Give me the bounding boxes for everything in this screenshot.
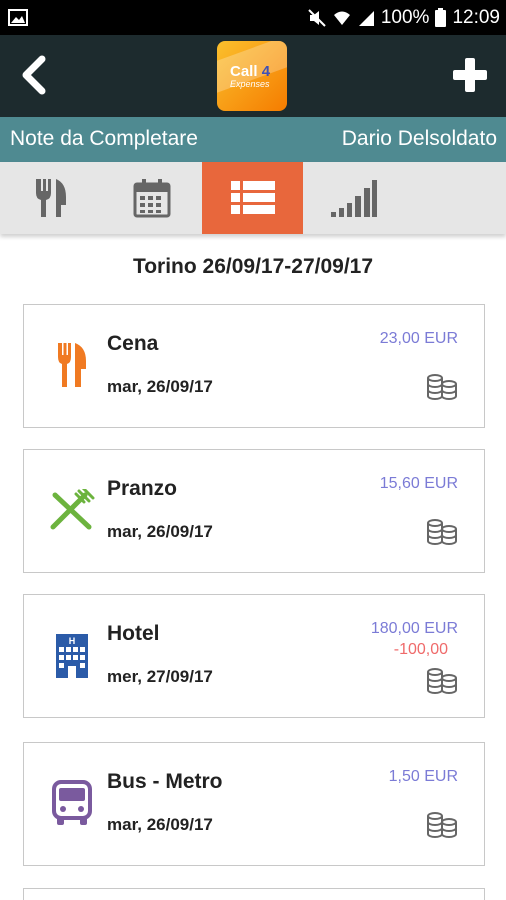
expense-card[interactable]: H Hotel mer, 27/09/17 180,00 EUR -100,00 bbox=[23, 594, 485, 718]
expense-amount: 15,60 EUR bbox=[379, 475, 458, 492]
tab-list[interactable] bbox=[202, 162, 303, 234]
back-arrow-icon bbox=[22, 55, 46, 95]
expense-card-partial[interactable] bbox=[23, 888, 485, 900]
mute-icon bbox=[307, 8, 327, 28]
expense-deduction: -100,00 bbox=[393, 641, 448, 658]
expense-name: Pranzo bbox=[107, 477, 178, 500]
wifi-icon bbox=[333, 9, 351, 27]
signal-bars-icon bbox=[330, 180, 377, 217]
expense-date: mar, 26/09/17 bbox=[107, 815, 213, 834]
lunch-icon bbox=[44, 480, 100, 540]
section-title: Note da Completare bbox=[10, 127, 198, 150]
expense-name: Bus - Metro bbox=[107, 770, 223, 793]
app-bar: Call 4 Expenses bbox=[0, 35, 506, 117]
svg-text:H: H bbox=[69, 636, 76, 646]
expense-amount: 1,50 EUR bbox=[388, 768, 458, 785]
sub-header: Note da Completare Dario Delsoldato bbox=[0, 117, 506, 162]
coins-icon[interactable] bbox=[426, 371, 458, 406]
app-logo: Call 4 Expenses bbox=[217, 41, 287, 111]
tab-expenses-type[interactable] bbox=[0, 162, 101, 234]
back-button[interactable] bbox=[14, 53, 54, 97]
coins-icon[interactable] bbox=[426, 665, 458, 700]
tab-statistics[interactable] bbox=[303, 162, 404, 234]
coins-icon[interactable] bbox=[426, 809, 458, 844]
hotel-icon: H bbox=[44, 625, 100, 685]
expense-card[interactable]: Cena mar, 26/09/17 23,00 EUR bbox=[23, 304, 485, 428]
bus-icon bbox=[44, 773, 100, 833]
tab-bar bbox=[0, 162, 506, 234]
expense-date: mar, 26/09/17 bbox=[107, 377, 213, 396]
logo-subtext: Expenses bbox=[230, 79, 270, 89]
battery-percent: 100% bbox=[380, 6, 430, 28]
dinner-icon bbox=[44, 335, 100, 395]
plus-icon bbox=[453, 58, 487, 92]
gallery-notification-icon bbox=[8, 9, 28, 31]
trip-title: Torino 26/09/17-27/09/17 bbox=[132, 255, 374, 278]
battery-icon bbox=[435, 8, 447, 27]
add-button[interactable] bbox=[448, 53, 492, 97]
logo-number: 4 bbox=[261, 63, 271, 80]
user-name: Dario Delsoldato bbox=[341, 127, 497, 150]
expense-amount: 180,00 EUR bbox=[370, 620, 458, 637]
expense-date: mar, 26/09/17 bbox=[107, 522, 213, 541]
expense-name: Hotel bbox=[107, 622, 160, 645]
expense-card[interactable]: Bus - Metro mar, 26/09/17 1,50 EUR bbox=[23, 742, 485, 866]
list-icon bbox=[230, 181, 275, 214]
status-bar: 100% 12:09 bbox=[0, 0, 506, 35]
logo-text: Call bbox=[230, 63, 258, 80]
cutlery-icon bbox=[35, 179, 66, 217]
calendar-icon bbox=[133, 179, 170, 218]
clock: 12:09 bbox=[452, 6, 500, 28]
tab-calendar[interactable] bbox=[101, 162, 202, 234]
cell-signal-icon bbox=[357, 9, 375, 27]
expense-name: Cena bbox=[107, 332, 159, 355]
expense-amount: 23,00 EUR bbox=[379, 330, 458, 347]
expense-date: mer, 27/09/17 bbox=[107, 667, 213, 686]
coins-icon[interactable] bbox=[426, 516, 458, 551]
expense-card[interactable]: Pranzo mar, 26/09/17 15,60 EUR bbox=[23, 449, 485, 573]
